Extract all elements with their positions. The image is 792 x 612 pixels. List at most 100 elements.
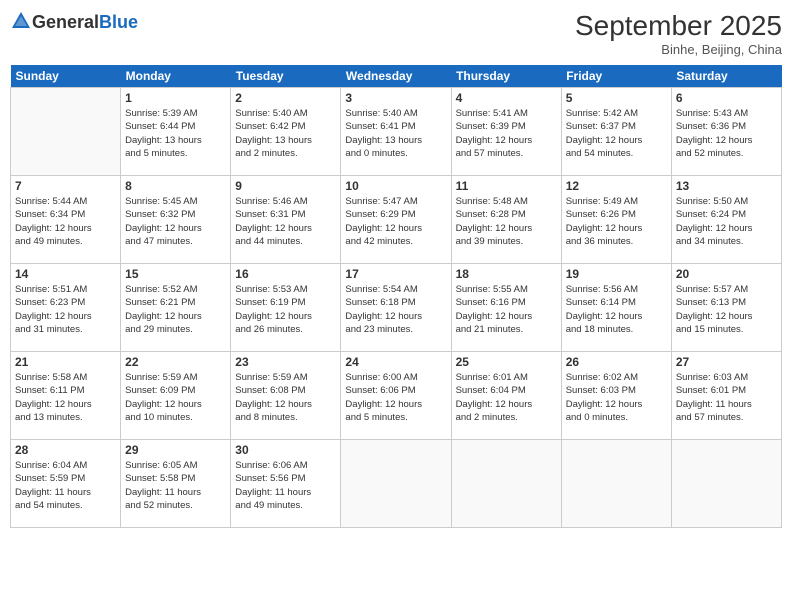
cal-cell: 4Sunrise: 5:41 AM Sunset: 6:39 PM Daylig…	[451, 88, 561, 176]
cal-cell: 14 Sunrise: 5:51 AM Sunset: 6:23 PM Dayli…	[11, 264, 121, 352]
header: GeneralBlue September 2025 Binhe, Beijin…	[10, 10, 782, 57]
cell-info: Sunrise: 5:39 AM Sunset: 6:44 PM Dayligh…	[125, 107, 226, 160]
day-number: 6	[676, 91, 777, 105]
week-row-4: 21 Sunrise: 5:58 AM Sunset: 6:11 PM Dayli…	[11, 352, 782, 440]
day-number: 25	[456, 355, 557, 369]
day-header-monday: Monday	[121, 65, 231, 88]
cell-info: Sunrise: 5:55 AM Sunset: 6:16 PM Dayligh…	[456, 283, 557, 336]
day-number: 22	[125, 355, 226, 369]
day-number: 30	[235, 443, 336, 457]
cal-cell: 28Sunrise: 6:04 AM Sunset: 5:59 PM Dayli…	[11, 440, 121, 528]
cal-cell: 7Sunrise: 5:44 AM Sunset: 6:34 PM Daylig…	[11, 176, 121, 264]
cal-cell: 8 Sunrise: 5:45 AM Sunset: 6:32 PM Daylig…	[121, 176, 231, 264]
calendar-page: GeneralBlue September 2025 Binhe, Beijin…	[0, 0, 792, 612]
cell-info: Sunrise: 5:59 AM Sunset: 6:08 PM Dayligh…	[235, 371, 336, 424]
cal-cell: 2 Sunrise: 5:40 AM Sunset: 6:42 PM Daylig…	[231, 88, 341, 176]
cal-cell: 15 Sunrise: 5:52 AM Sunset: 6:21 PM Dayli…	[121, 264, 231, 352]
cal-cell	[671, 440, 781, 528]
cell-info: Sunrise: 5:44 AM Sunset: 6:34 PM Dayligh…	[15, 195, 116, 248]
day-number: 11	[456, 179, 557, 193]
day-number: 13	[676, 179, 777, 193]
cell-info: Sunrise: 5:43 AM Sunset: 6:36 PM Dayligh…	[676, 107, 777, 160]
cell-info: Sunrise: 5:49 AM Sunset: 6:26 PM Dayligh…	[566, 195, 667, 248]
cal-cell: 26Sunrise: 6:02 AM Sunset: 6:03 PM Dayli…	[561, 352, 671, 440]
cell-info: Sunrise: 5:54 AM Sunset: 6:18 PM Dayligh…	[345, 283, 446, 336]
cal-cell: 11 Sunrise: 5:48 AM Sunset: 6:28 PM Dayli…	[451, 176, 561, 264]
cell-info: Sunrise: 5:42 AM Sunset: 6:37 PM Dayligh…	[566, 107, 667, 160]
day-number: 21	[15, 355, 116, 369]
calendar-table: SundayMondayTuesdayWednesdayThursdayFrid…	[10, 65, 782, 528]
day-header-saturday: Saturday	[671, 65, 781, 88]
cell-info: Sunrise: 5:45 AM Sunset: 6:32 PM Dayligh…	[125, 195, 226, 248]
cell-info: Sunrise: 5:50 AM Sunset: 6:24 PM Dayligh…	[676, 195, 777, 248]
day-number: 9	[235, 179, 336, 193]
cal-cell	[561, 440, 671, 528]
day-header-thursday: Thursday	[451, 65, 561, 88]
cell-info: Sunrise: 5:53 AM Sunset: 6:19 PM Dayligh…	[235, 283, 336, 336]
cell-info: Sunrise: 6:05 AM Sunset: 5:58 PM Dayligh…	[125, 459, 226, 512]
logo-icon	[10, 10, 32, 32]
week-row-5: 28Sunrise: 6:04 AM Sunset: 5:59 PM Dayli…	[11, 440, 782, 528]
week-row-1: 1Sunrise: 5:39 AM Sunset: 6:44 PM Daylig…	[11, 88, 782, 176]
day-number: 29	[125, 443, 226, 457]
day-number: 10	[345, 179, 446, 193]
cell-info: Sunrise: 5:48 AM Sunset: 6:28 PM Dayligh…	[456, 195, 557, 248]
day-number: 3	[345, 91, 446, 105]
cal-cell: 18 Sunrise: 5:55 AM Sunset: 6:16 PM Dayli…	[451, 264, 561, 352]
cell-info: Sunrise: 6:00 AM Sunset: 6:06 PM Dayligh…	[345, 371, 446, 424]
day-header-sunday: Sunday	[11, 65, 121, 88]
cal-cell: 6 Sunrise: 5:43 AM Sunset: 6:36 PM Daylig…	[671, 88, 781, 176]
day-number: 8	[125, 179, 226, 193]
cal-cell: 3Sunrise: 5:40 AM Sunset: 6:41 PM Daylig…	[341, 88, 451, 176]
week-row-3: 14 Sunrise: 5:51 AM Sunset: 6:23 PM Dayli…	[11, 264, 782, 352]
cell-info: Sunrise: 5:47 AM Sunset: 6:29 PM Dayligh…	[345, 195, 446, 248]
day-number: 16	[235, 267, 336, 281]
calendar-title: September 2025	[575, 10, 782, 42]
cal-cell: 12Sunrise: 5:49 AM Sunset: 6:26 PM Dayli…	[561, 176, 671, 264]
day-header-tuesday: Tuesday	[231, 65, 341, 88]
cell-info: Sunrise: 5:40 AM Sunset: 6:42 PM Dayligh…	[235, 107, 336, 160]
week-row-2: 7Sunrise: 5:44 AM Sunset: 6:34 PM Daylig…	[11, 176, 782, 264]
cell-info: Sunrise: 6:03 AM Sunset: 6:01 PM Dayligh…	[676, 371, 777, 424]
cal-cell: 20 Sunrise: 5:57 AM Sunset: 6:13 PM Dayli…	[671, 264, 781, 352]
cell-info: Sunrise: 6:01 AM Sunset: 6:04 PM Dayligh…	[456, 371, 557, 424]
cal-cell: 10 Sunrise: 5:47 AM Sunset: 6:29 PM Dayli…	[341, 176, 451, 264]
cal-cell	[11, 88, 121, 176]
logo: GeneralBlue	[10, 10, 138, 34]
cal-cell: 17Sunrise: 5:54 AM Sunset: 6:18 PM Dayli…	[341, 264, 451, 352]
cell-info: Sunrise: 5:59 AM Sunset: 6:09 PM Dayligh…	[125, 371, 226, 424]
cal-cell: 9Sunrise: 5:46 AM Sunset: 6:31 PM Daylig…	[231, 176, 341, 264]
day-number: 20	[676, 267, 777, 281]
cal-cell: 22 Sunrise: 5:59 AM Sunset: 6:09 PM Dayli…	[121, 352, 231, 440]
logo-general: General	[32, 12, 99, 32]
cal-cell: 21 Sunrise: 5:58 AM Sunset: 6:11 PM Dayli…	[11, 352, 121, 440]
cal-cell	[341, 440, 451, 528]
cal-cell: 27 Sunrise: 6:03 AM Sunset: 6:01 PM Dayli…	[671, 352, 781, 440]
cal-cell: 5 Sunrise: 5:42 AM Sunset: 6:37 PM Daylig…	[561, 88, 671, 176]
day-number: 26	[566, 355, 667, 369]
cal-cell: 29 Sunrise: 6:05 AM Sunset: 5:58 PM Dayli…	[121, 440, 231, 528]
day-number: 18	[456, 267, 557, 281]
cell-info: Sunrise: 5:57 AM Sunset: 6:13 PM Dayligh…	[676, 283, 777, 336]
day-number: 15	[125, 267, 226, 281]
cal-cell: 1Sunrise: 5:39 AM Sunset: 6:44 PM Daylig…	[121, 88, 231, 176]
day-number: 5	[566, 91, 667, 105]
cell-info: Sunrise: 5:51 AM Sunset: 6:23 PM Dayligh…	[15, 283, 116, 336]
day-header-friday: Friday	[561, 65, 671, 88]
cal-cell: 13 Sunrise: 5:50 AM Sunset: 6:24 PM Dayli…	[671, 176, 781, 264]
day-number: 28	[15, 443, 116, 457]
calendar-subtitle: Binhe, Beijing, China	[575, 42, 782, 57]
title-block: September 2025 Binhe, Beijing, China	[575, 10, 782, 57]
cell-info: Sunrise: 5:41 AM Sunset: 6:39 PM Dayligh…	[456, 107, 557, 160]
day-number: 27	[676, 355, 777, 369]
cell-info: Sunrise: 5:58 AM Sunset: 6:11 PM Dayligh…	[15, 371, 116, 424]
day-number: 14	[15, 267, 116, 281]
cal-cell: 16 Sunrise: 5:53 AM Sunset: 6:19 PM Dayli…	[231, 264, 341, 352]
day-number: 2	[235, 91, 336, 105]
cell-info: Sunrise: 6:06 AM Sunset: 5:56 PM Dayligh…	[235, 459, 336, 512]
cal-cell	[451, 440, 561, 528]
cell-info: Sunrise: 5:52 AM Sunset: 6:21 PM Dayligh…	[125, 283, 226, 336]
cal-cell: 19Sunrise: 5:56 AM Sunset: 6:14 PM Dayli…	[561, 264, 671, 352]
cal-cell: 25 Sunrise: 6:01 AM Sunset: 6:04 PM Dayli…	[451, 352, 561, 440]
cal-cell: 23Sunrise: 5:59 AM Sunset: 6:08 PM Dayli…	[231, 352, 341, 440]
